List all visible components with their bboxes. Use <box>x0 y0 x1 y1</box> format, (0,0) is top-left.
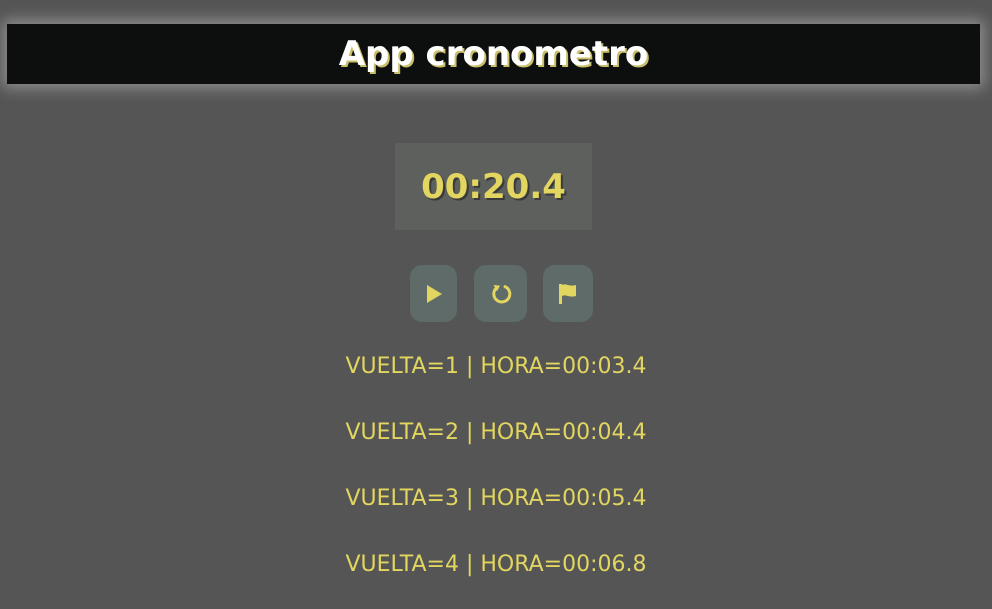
refresh-icon <box>491 284 511 303</box>
play-icon <box>426 284 442 303</box>
timer-display: 00:20.4 <box>395 143 592 230</box>
flag-icon <box>559 283 576 304</box>
lap-button[interactable] <box>543 265 593 322</box>
elapsed-time: 00:20.4 <box>421 166 566 207</box>
page-title: App cronometro <box>338 34 649 74</box>
lap-item: VUELTA=2 | HORA=00:04.4 <box>345 420 647 445</box>
lap-list: VUELTA=1 | HORA=00:03.4 VUELTA=2 | HORA=… <box>0 345 992 609</box>
reset-button[interactable] <box>474 265 527 322</box>
lap-item: VUELTA=4 | HORA=00:06.8 <box>345 552 647 577</box>
lap-item: VUELTA=1 | HORA=00:03.4 <box>345 354 647 379</box>
lap-item: VUELTA=3 | HORA=00:05.4 <box>345 486 647 511</box>
app-header: App cronometro <box>7 24 980 84</box>
play-button[interactable] <box>410 265 457 322</box>
